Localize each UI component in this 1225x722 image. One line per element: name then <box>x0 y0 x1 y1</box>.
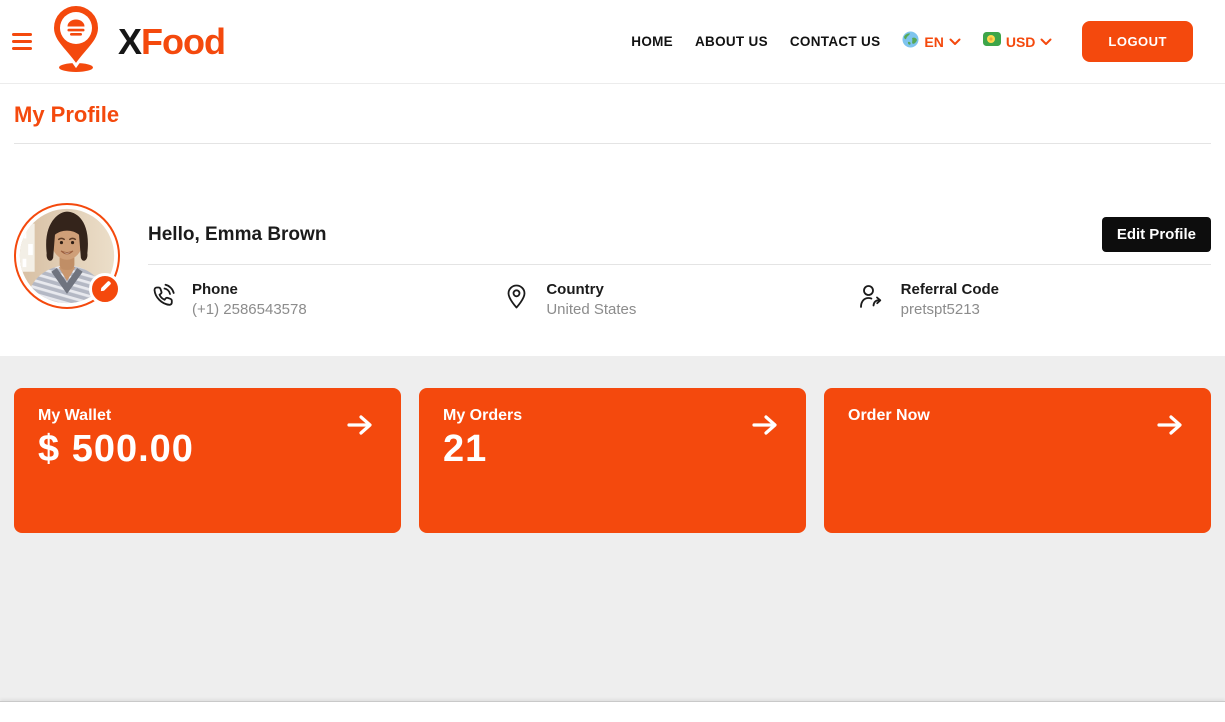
phone-value: (+1) 2586543578 <box>192 300 307 320</box>
greeting-text: Hello, Emma Brown <box>148 224 326 246</box>
profile-info-grid: Phone (+1) 2586543578 Country United Sta… <box>148 280 1211 320</box>
profile-card: Hello, Emma Brown Edit Profile Phone <box>14 203 1211 320</box>
footer-strip <box>0 701 1225 722</box>
wallet-card-title: My Wallet <box>38 407 377 425</box>
nav-contact-us[interactable]: CONTACT US <box>790 34 881 49</box>
map-pin-icon <box>502 280 532 316</box>
logout-button[interactable]: LOGOUT <box>1082 21 1193 62</box>
language-selector[interactable]: EN <box>902 31 960 53</box>
order-now-card-title: Order Now <box>848 407 1187 425</box>
arrow-right-icon <box>1155 410 1185 445</box>
hamburger-menu-icon[interactable] <box>12 33 32 50</box>
page-title: My Profile <box>14 84 1211 128</box>
pencil-icon <box>99 280 112 298</box>
country-value: United States <box>546 300 636 320</box>
brand-name-food: Food <box>141 21 225 62</box>
orders-card-title: My Orders <box>443 407 782 425</box>
orders-count: 21 <box>443 428 782 471</box>
profile-details: Hello, Emma Brown Edit Profile Phone <box>148 203 1211 320</box>
referral-code-label: Referral Code <box>901 280 999 300</box>
flag-icon <box>983 32 1001 51</box>
edit-avatar-button[interactable] <box>89 273 121 305</box>
currency-code: USD <box>1006 34 1036 50</box>
country-field: Country United States <box>502 280 856 320</box>
header: XFood HOME ABOUT US CONTACT US EN <box>0 0 1225 84</box>
brand-name-x: X <box>118 21 141 62</box>
chevron-down-icon <box>1040 33 1052 51</box>
chevron-down-icon <box>949 33 961 51</box>
profile-divider <box>148 264 1211 265</box>
language-code: EN <box>924 34 943 50</box>
order-now-card[interactable]: Order Now <box>824 388 1211 533</box>
my-orders-card[interactable]: My Orders 21 <box>419 388 806 533</box>
phone-label: Phone <box>192 280 307 300</box>
currency-selector[interactable]: USD <box>983 32 1053 51</box>
main-nav: HOME ABOUT US CONTACT US EN <box>631 21 1193 62</box>
profile-section: My Profile <box>0 84 1225 356</box>
nav-home[interactable]: HOME <box>631 34 673 49</box>
referral-code-value: pretspt5213 <box>901 300 999 320</box>
arrow-right-icon <box>750 410 780 445</box>
referral-code-field: Referral Code pretspt5213 <box>857 280 1211 320</box>
avatar <box>14 203 120 309</box>
dashboard-section: My Wallet $ 500.00 My Orders 21 Order No… <box>0 356 1225 701</box>
country-label: Country <box>546 280 636 300</box>
globe-icon <box>902 31 919 53</box>
phone-field: Phone (+1) 2586543578 <box>148 280 502 320</box>
phone-icon <box>148 280 178 316</box>
brand-name: XFood <box>118 21 225 63</box>
user-share-icon <box>857 280 887 316</box>
arrow-right-icon <box>345 410 375 445</box>
title-divider <box>14 143 1211 144</box>
edit-profile-button[interactable]: Edit Profile <box>1102 217 1211 252</box>
wallet-balance: $ 500.00 <box>38 428 377 471</box>
brand-logo[interactable]: XFood <box>44 3 225 80</box>
nav-about-us[interactable]: ABOUT US <box>695 34 768 49</box>
dashboard-cards: My Wallet $ 500.00 My Orders 21 Order No… <box>14 388 1211 533</box>
my-wallet-card[interactable]: My Wallet $ 500.00 <box>14 388 401 533</box>
map-pin-burger-logo-icon <box>44 3 110 80</box>
